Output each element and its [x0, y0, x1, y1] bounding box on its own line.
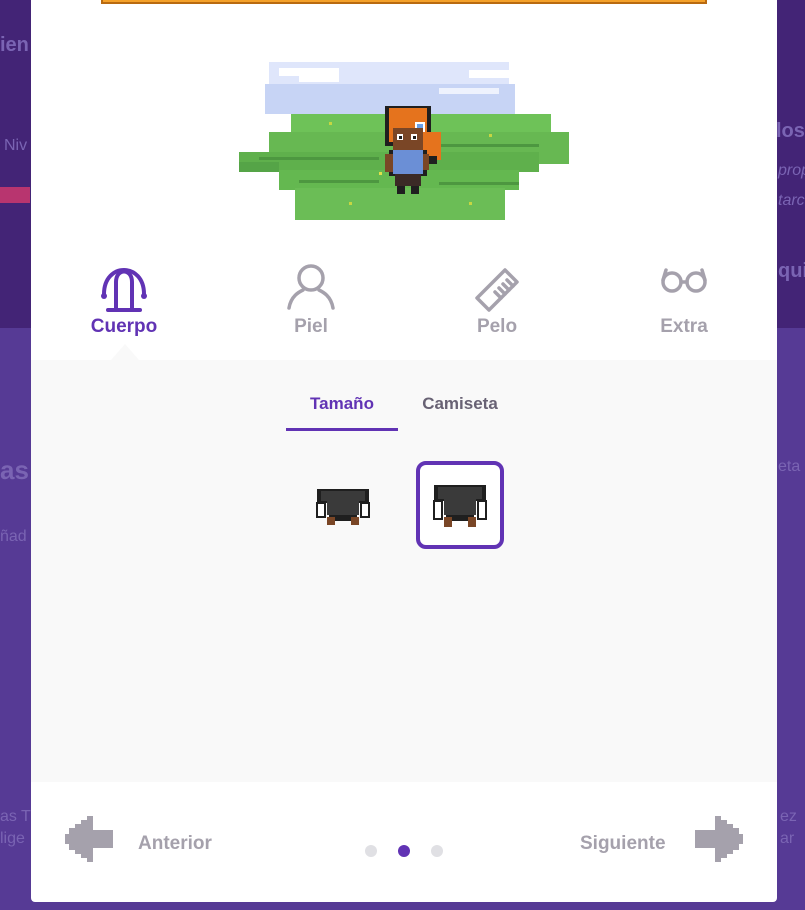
avatar-customization-modal: Cuerpo Piel Pelo Extra Tamaño Camiseta A…	[31, 0, 777, 902]
tab-extra[interactable]: Extra	[624, 258, 744, 338]
background-text: as T	[0, 808, 31, 825]
active-tab-pointer	[111, 344, 139, 360]
arrow-left-icon	[65, 816, 113, 862]
skin-icon	[287, 264, 335, 310]
comb-icon	[475, 268, 519, 312]
background-text: Niv	[4, 137, 28, 154]
background-text: prop	[778, 162, 805, 179]
body-icon	[101, 268, 147, 312]
tab-label: Extra	[660, 316, 708, 337]
step-dot[interactable]	[365, 845, 377, 857]
modal-top-banner	[101, 0, 707, 4]
tab-skin[interactable]: Piel	[251, 258, 371, 338]
next-button[interactable]: Siguiente	[579, 814, 745, 874]
tab-label: Piel	[294, 316, 328, 337]
arrow-right-icon	[695, 816, 743, 862]
background-progress-bar	[0, 187, 30, 203]
broad-body-option[interactable]	[416, 461, 504, 549]
background-text: qui	[778, 260, 805, 282]
tab-label: Cuerpo	[90, 316, 158, 337]
avatar-preview	[239, 62, 569, 220]
previous-button[interactable]: Anterior	[65, 814, 225, 874]
slim-body-option[interactable]	[299, 463, 387, 551]
previous-label: Anterior	[138, 833, 212, 854]
options-panel: Tamaño Camiseta	[31, 360, 777, 782]
glasses-icon	[661, 268, 707, 293]
step-dot[interactable]	[431, 845, 443, 857]
step-dot-active[interactable]	[398, 845, 410, 857]
next-label: Siguiente	[580, 833, 666, 854]
wizard-footer: Anterior Siguiente	[31, 782, 777, 902]
background-text: lige	[0, 830, 25, 847]
broad-body-sprite	[433, 485, 487, 527]
background-text: ez	[780, 808, 797, 825]
category-tabs: Cuerpo Piel Pelo Extra	[31, 258, 777, 358]
tab-label: Pelo	[476, 316, 518, 337]
background-text: ar	[780, 830, 795, 847]
background-text: tarc	[778, 192, 805, 209]
tab-hair[interactable]: Pelo	[437, 258, 557, 338]
background-text: eta	[778, 458, 801, 475]
subtab-shirt[interactable]: Camiseta	[406, 394, 514, 428]
tab-body[interactable]: Cuerpo	[64, 258, 184, 338]
background-text: as	[0, 455, 29, 485]
background-text: ien	[0, 34, 29, 56]
slim-body-sprite	[316, 489, 370, 525]
background-text: los c	[776, 120, 805, 142]
subtab-size[interactable]: Tamaño	[286, 394, 398, 431]
background-text: ñad	[0, 528, 27, 545]
